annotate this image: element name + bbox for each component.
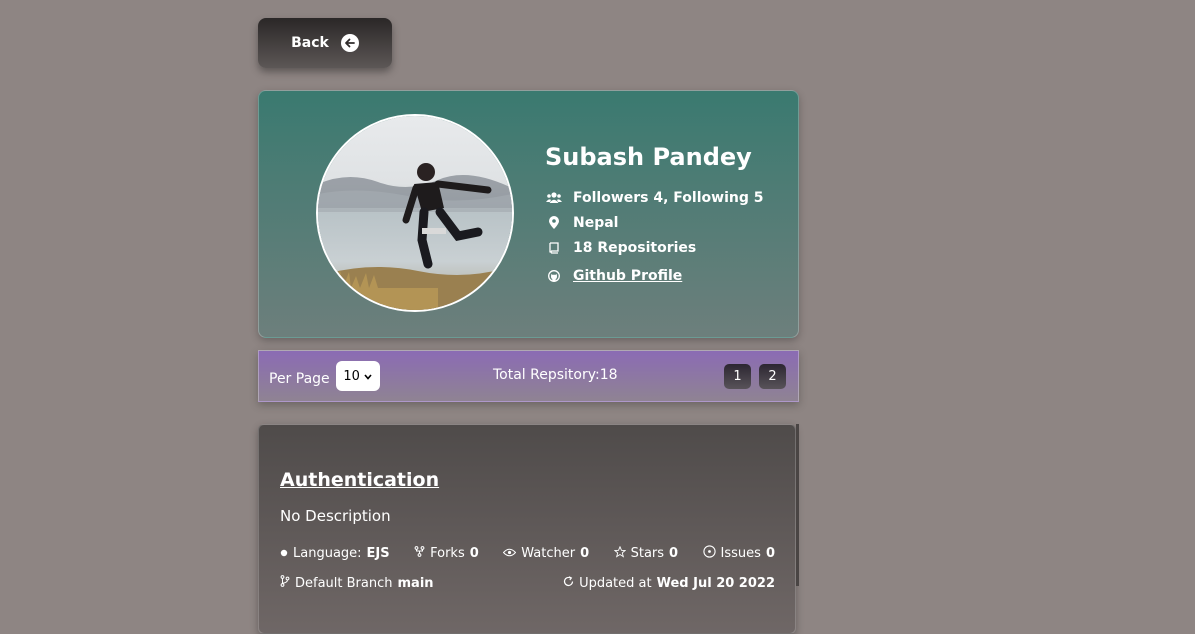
issues-label: Issues bbox=[720, 546, 761, 561]
users-icon bbox=[545, 191, 563, 204]
map-pin-icon bbox=[545, 216, 563, 229]
forks-stat: Forks 0 bbox=[414, 545, 479, 562]
location-row: Nepal bbox=[545, 210, 763, 235]
profile-card: Subash Pandey Followers 4, Following 5 N… bbox=[258, 90, 799, 338]
per-page-select[interactable]: 10 bbox=[335, 361, 380, 391]
back-button-label: Back bbox=[291, 35, 329, 51]
branch-label: Default Branch bbox=[295, 575, 393, 591]
avatar bbox=[316, 114, 514, 312]
default-branch-stat: Default Branch main bbox=[280, 575, 434, 591]
watcher-stat: Watcher 0 bbox=[503, 545, 589, 562]
per-page-label: Per Page bbox=[269, 370, 330, 387]
repos-row: 18 Repositories bbox=[545, 235, 763, 260]
language-label: Language: bbox=[293, 546, 362, 561]
location-text: Nepal bbox=[573, 214, 619, 231]
per-page-control: Per Page 10 bbox=[269, 361, 380, 391]
updated-stat: Updated at Wed Jul 20 2022 bbox=[563, 575, 775, 591]
back-button[interactable]: Back bbox=[258, 18, 392, 68]
per-page-value: 10 bbox=[343, 368, 360, 384]
scrollbar[interactable] bbox=[796, 424, 799, 586]
chevron-down-icon bbox=[364, 369, 372, 384]
updated-value: Wed Jul 20 2022 bbox=[656, 575, 775, 591]
page-button-2[interactable]: 2 bbox=[759, 364, 786, 389]
followers-text: Followers 4, Following 5 bbox=[573, 189, 764, 206]
total-repository-text: Total Repsitory:18 bbox=[493, 367, 618, 383]
pagination-toolbar: Per Page 10 Total Repsitory:18 1 2 bbox=[258, 350, 799, 402]
repository-description: No Description bbox=[280, 507, 391, 525]
language-value: EJS bbox=[366, 546, 390, 561]
github-icon bbox=[545, 269, 563, 282]
star-icon bbox=[613, 545, 626, 562]
stars-value: 0 bbox=[669, 546, 679, 561]
repository-branch-row: Default Branch main Updated at Wed Jul 2… bbox=[280, 575, 775, 591]
watcher-value: 0 bbox=[580, 546, 590, 561]
language-stat: Language: EJS bbox=[280, 545, 390, 562]
watcher-label: Watcher bbox=[521, 546, 576, 561]
forks-value: 0 bbox=[469, 546, 479, 561]
issues-stat: Issues 0 bbox=[702, 545, 775, 562]
pagination: 1 2 bbox=[724, 364, 786, 389]
github-profile-link[interactable]: Github Profile bbox=[573, 268, 682, 284]
github-row: Github Profile bbox=[545, 263, 763, 288]
stars-stat: Stars 0 bbox=[613, 545, 679, 562]
eye-icon bbox=[503, 546, 517, 561]
repository-card: Authentication No Description Language: … bbox=[258, 424, 796, 634]
page-button-1[interactable]: 1 bbox=[724, 364, 751, 389]
repository-stats-row: Language: EJS Forks 0 Watcher 0 Stars 0 … bbox=[280, 545, 775, 562]
fork-icon bbox=[414, 546, 425, 561]
repository-title-link[interactable]: Authentication bbox=[280, 469, 439, 491]
repos-text: 18 Repositories bbox=[573, 239, 697, 256]
refresh-icon bbox=[563, 575, 574, 591]
profile-info: Subash Pandey Followers 4, Following 5 N… bbox=[545, 143, 763, 288]
profile-name: Subash Pandey bbox=[545, 143, 752, 171]
followers-row: Followers 4, Following 5 bbox=[545, 185, 763, 210]
book-icon bbox=[545, 241, 563, 254]
forks-label: Forks bbox=[430, 546, 465, 561]
arrow-left-circle-icon bbox=[340, 34, 359, 52]
stars-label: Stars bbox=[630, 546, 665, 561]
issue-icon bbox=[702, 545, 716, 562]
dot-icon bbox=[280, 546, 288, 561]
branch-value: main bbox=[397, 575, 434, 591]
issues-value: 0 bbox=[765, 546, 775, 561]
branch-icon bbox=[280, 575, 290, 591]
updated-label: Updated at bbox=[579, 575, 652, 591]
